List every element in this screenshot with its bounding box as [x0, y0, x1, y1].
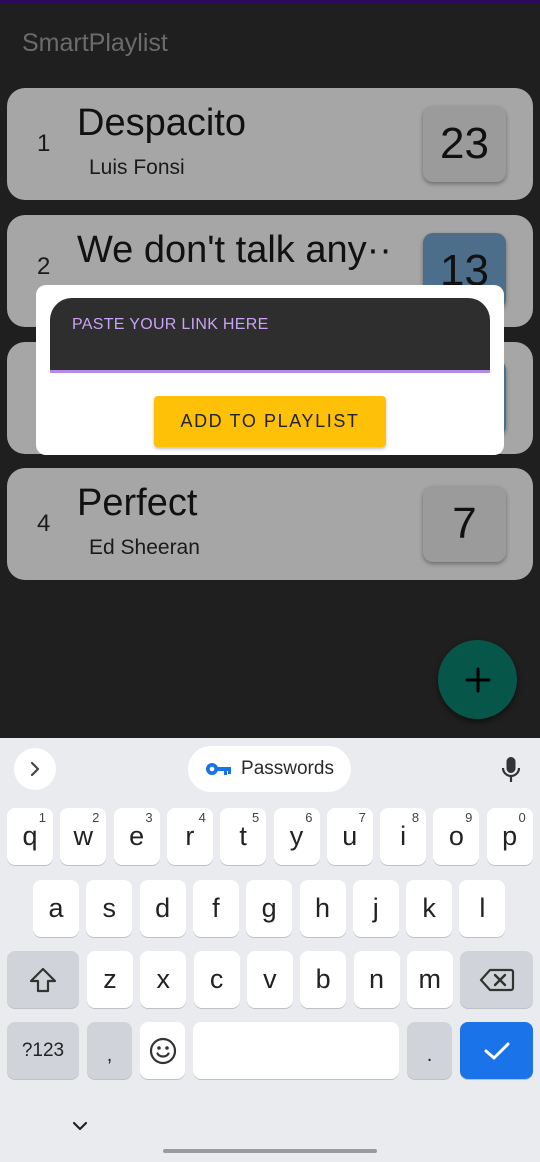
backspace-icon — [479, 968, 514, 991]
key-x[interactable]: x — [140, 951, 187, 1008]
key-number-hint: 2 — [92, 810, 100, 825]
key-a[interactable]: a — [33, 880, 79, 937]
expand-toolbar-button[interactable] — [14, 748, 56, 790]
key-number-hint: 1 — [38, 810, 46, 825]
song-artist: Ed Sheeran — [89, 536, 200, 559]
key-k[interactable]: k — [406, 880, 453, 937]
period-key[interactable]: . — [407, 1022, 452, 1079]
key-number-hint: 7 — [358, 810, 366, 825]
add-to-playlist-button[interactable]: ADD TO PLAYLIST — [154, 396, 386, 447]
check-icon — [484, 1042, 509, 1059]
comma-key[interactable]: , — [87, 1022, 132, 1079]
key-t[interactable]: 5t — [220, 808, 267, 865]
key-label: y — [289, 821, 304, 851]
voice-input-button[interactable] — [496, 754, 526, 786]
key-label: o — [448, 821, 464, 851]
key-l[interactable]: l — [459, 880, 506, 937]
song-card-1[interactable]: 1 Despacito Luis Fonsi 23 — [7, 88, 533, 200]
key-r[interactable]: 4r — [166, 808, 213, 865]
song-index: 2 — [37, 253, 51, 280]
song-title: Perfect — [77, 482, 198, 524]
song-index: 4 — [37, 510, 51, 537]
key-number-hint: 9 — [465, 810, 473, 825]
key-label: e — [129, 821, 145, 851]
soft-keyboard: Passwords 1q2w3e4r5t6y7u8i9o0p asdfghjkl… — [0, 738, 540, 1162]
key-b[interactable]: b — [300, 951, 347, 1008]
space-key[interactable] — [193, 1022, 399, 1079]
link-input-container[interactable]: PASTE YOUR LINK HERE — [50, 298, 490, 373]
emoji-icon — [149, 1037, 176, 1064]
key-label: t — [239, 821, 247, 851]
key-label: i — [400, 821, 407, 851]
key-u[interactable]: 7u — [326, 808, 373, 865]
key-y[interactable]: 6y — [273, 808, 320, 865]
key-n[interactable]: n — [353, 951, 400, 1008]
song-index: 1 — [37, 130, 51, 157]
key-label: u — [342, 821, 358, 851]
key-i[interactable]: 8i — [380, 808, 427, 865]
chevron-down-icon[interactable] — [70, 1116, 90, 1136]
key-z[interactable]: z — [87, 951, 133, 1008]
shift-icon — [29, 967, 57, 992]
key-o[interactable]: 9o — [433, 808, 480, 865]
key-number-hint: 8 — [411, 810, 420, 825]
chevron-right-icon — [30, 761, 40, 777]
key-m[interactable]: m — [406, 951, 453, 1008]
add-song-fab[interactable] — [438, 640, 517, 719]
link-input[interactable] — [50, 298, 490, 370]
key-label: r — [185, 821, 195, 851]
key-g[interactable]: g — [246, 880, 293, 937]
vote-count-button[interactable]: 23 — [423, 106, 506, 182]
emoji-key[interactable] — [140, 1022, 185, 1079]
key-number-hint: 0 — [518, 810, 526, 825]
key-j[interactable]: j — [352, 880, 399, 937]
song-title: We don't talk any·· — [77, 229, 392, 271]
key-p[interactable]: 0p — [486, 808, 533, 865]
song-card-4[interactable]: 4 Perfect Ed Sheeran 7 — [7, 468, 533, 580]
song-artist: Luis Fonsi — [89, 156, 185, 179]
vote-count-button[interactable]: 7 — [423, 486, 506, 562]
key-w[interactable]: 2w — [60, 808, 107, 865]
key-icon — [206, 763, 232, 775]
key-c[interactable]: c — [193, 951, 240, 1008]
key-number-hint: 4 — [198, 810, 206, 825]
key-label: q — [22, 821, 38, 851]
shift-key[interactable] — [7, 951, 79, 1008]
key-s[interactable]: s — [86, 880, 133, 937]
passwords-label: Passwords — [241, 758, 334, 779]
mic-icon — [501, 757, 521, 782]
passwords-chip[interactable]: Passwords — [188, 746, 351, 792]
plus-icon — [465, 667, 490, 692]
key-number-hint: 3 — [145, 810, 153, 825]
key-number-hint: 5 — [251, 810, 260, 825]
backspace-key[interactable] — [460, 951, 533, 1008]
key-h[interactable]: h — [299, 880, 346, 937]
key-q[interactable]: 1q — [7, 808, 53, 865]
enter-key[interactable] — [460, 1022, 533, 1079]
song-title: Despacito — [77, 102, 246, 144]
gesture-nav-handle[interactable] — [163, 1149, 377, 1153]
key-d[interactable]: d — [139, 880, 186, 937]
key-f[interactable]: f — [192, 880, 239, 937]
key-label: p — [502, 821, 518, 851]
key-label: w — [73, 821, 94, 851]
symbols-key[interactable]: ?123 — [7, 1022, 79, 1079]
add-link-dialog: PASTE YOUR LINK HERE ADD TO PLAYLIST — [36, 285, 504, 455]
key-v[interactable]: v — [246, 951, 293, 1008]
app-title: SmartPlaylist — [22, 29, 168, 57]
key-e[interactable]: 3e — [113, 808, 160, 865]
key-number-hint: 6 — [305, 810, 313, 825]
